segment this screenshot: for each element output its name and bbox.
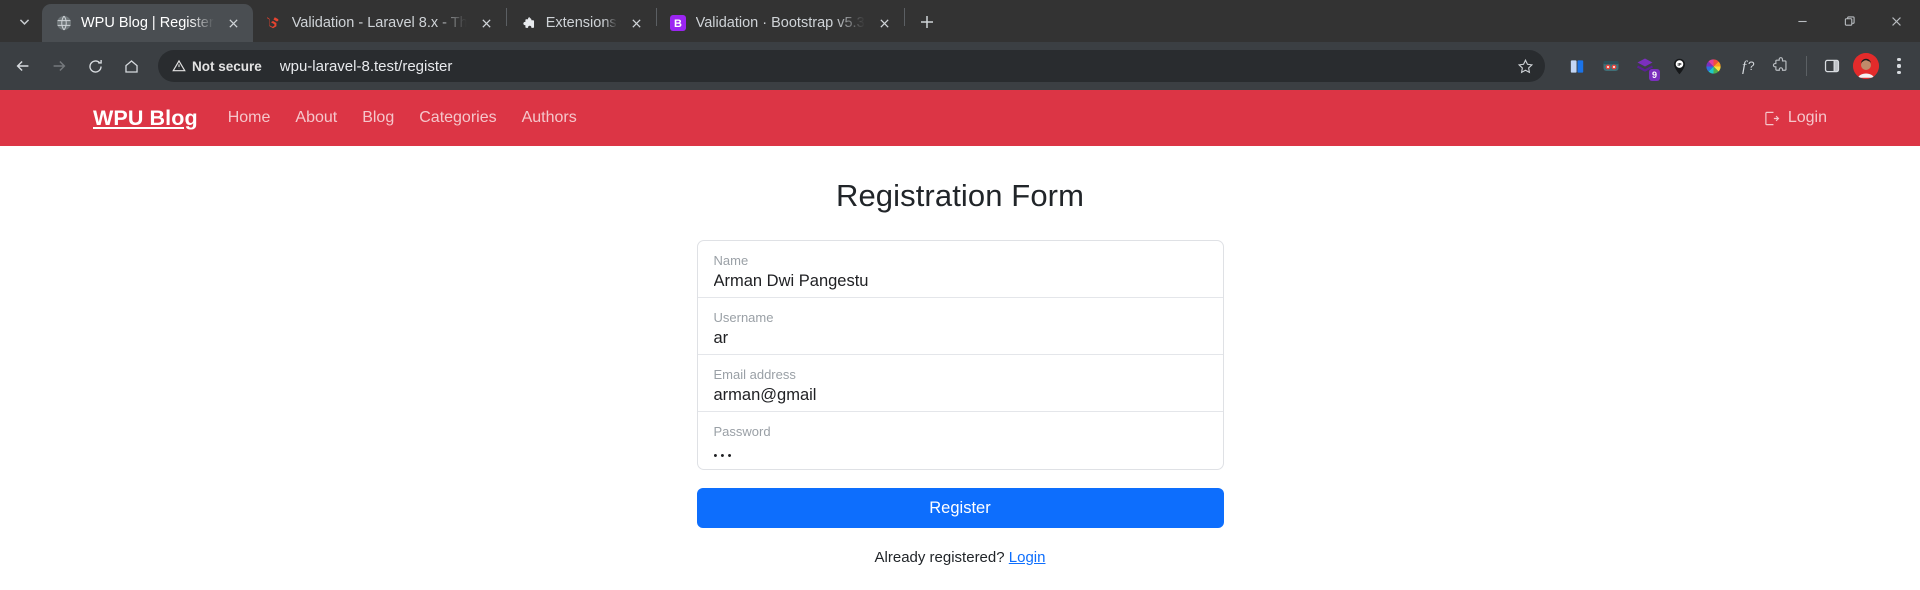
name-input[interactable]: [714, 271, 1207, 291]
navbar-login-label: Login: [1788, 109, 1827, 127]
laravel-icon: [266, 15, 283, 32]
security-status-badge[interactable]: Not secure: [164, 54, 272, 78]
field-label-email: Email address: [714, 367, 1207, 382]
nav-item-authors[interactable]: Authors: [522, 109, 577, 127]
browser-tab-extensions[interactable]: Extensions: [507, 4, 656, 42]
tab-title: WPU Blog | Register: [81, 15, 214, 31]
maximize-icon[interactable]: [1826, 0, 1873, 42]
browser-toolbar: Not secure wpu-laravel-8.test/register 9…: [0, 42, 1920, 90]
tab-title: Validation - Laravel 8.x - The PH: [292, 15, 467, 31]
site-brand[interactable]: WPU Blog: [93, 106, 198, 131]
nav-item-categories[interactable]: Categories: [419, 109, 496, 127]
email-input[interactable]: [714, 385, 1207, 405]
tab-title: Extensions: [546, 15, 617, 31]
nav-item-about[interactable]: About: [295, 109, 337, 127]
svg-text:IP: IP: [1677, 61, 1681, 66]
side-panel-icon[interactable]: [1816, 50, 1848, 82]
nav-item-blog[interactable]: Blog: [362, 109, 394, 127]
site-nav-links: Home About Blog Categories Authors: [228, 109, 577, 127]
forward-arrow-icon[interactable]: [42, 49, 76, 83]
reload-icon[interactable]: [78, 49, 112, 83]
avatar[interactable]: [1850, 50, 1882, 82]
tab-title: Validation · Bootstrap v5.3: [696, 15, 865, 31]
globe-icon: [55, 15, 72, 32]
page-viewport: WPU Blog Home About Blog Categories Auth…: [0, 90, 1920, 590]
already-registered-label: Already registered?: [875, 549, 1005, 566]
site-navbar: WPU Blog Home About Blog Categories Auth…: [0, 90, 1920, 146]
browser-tab-validation-laravel[interactable]: Validation - Laravel 8.x - The PH: [253, 4, 506, 42]
tab-search-chevron-down-icon[interactable]: [6, 4, 42, 38]
registration-form: Name Username Email address Password Reg…: [697, 240, 1224, 566]
tab-list: WPU Blog | Register Validation - Laravel…: [42, 0, 943, 42]
extension-badge-count: 9: [1649, 69, 1660, 81]
navbar-right: Login: [1763, 109, 1827, 127]
register-button[interactable]: Register: [697, 488, 1224, 528]
field-password[interactable]: Password: [698, 412, 1223, 469]
tab-close-icon[interactable]: [223, 12, 245, 34]
tab-strip: WPU Blog | Register Validation - Laravel…: [0, 0, 1920, 42]
robot-face-icon[interactable]: [1595, 50, 1627, 82]
tab-close-icon[interactable]: [476, 12, 498, 34]
field-label-password: Password: [714, 424, 1207, 439]
address-bar[interactable]: Not secure wpu-laravel-8.test/register: [158, 50, 1545, 82]
username-input[interactable]: [714, 328, 1207, 348]
back-arrow-icon[interactable]: [6, 49, 40, 83]
svg-text:?: ?: [1748, 59, 1755, 73]
footer-login-link[interactable]: Login: [1009, 549, 1046, 566]
field-email[interactable]: Email address: [698, 355, 1223, 412]
close-icon[interactable]: [1873, 0, 1920, 42]
three-dots-menu-icon[interactable]: [1884, 51, 1914, 81]
reading-list-icon[interactable]: [1561, 50, 1593, 82]
nav-item-home[interactable]: Home: [228, 109, 271, 127]
password-input[interactable]: [714, 442, 1207, 466]
field-username[interactable]: Username: [698, 298, 1223, 355]
new-tab-button[interactable]: [911, 6, 943, 38]
url-input[interactable]: wpu-laravel-8.test/register: [280, 58, 1511, 75]
font-inspector-icon[interactable]: f?: [1731, 50, 1763, 82]
color-wheel-icon[interactable]: [1697, 50, 1729, 82]
home-icon[interactable]: [114, 49, 148, 83]
page-title: Registration Form: [0, 178, 1920, 214]
toolbar-divider: [1806, 56, 1807, 76]
extension-toolbar: 9 IP: [1555, 50, 1914, 82]
ip-pin-icon[interactable]: IP: [1663, 50, 1695, 82]
navbar-login-link[interactable]: Login: [1763, 109, 1827, 127]
layers-icon[interactable]: 9: [1629, 50, 1661, 82]
warning-triangle-icon: [172, 59, 186, 73]
svg-text:B: B: [674, 18, 682, 30]
tab-divider: [904, 8, 905, 26]
browser-window: WPU Blog | Register Validation - Laravel…: [0, 0, 1920, 590]
star-icon[interactable]: [1511, 52, 1539, 80]
already-registered-text: Already registered? Login: [697, 549, 1224, 566]
form-field-group: Name Username Email address Password: [697, 240, 1224, 470]
tab-close-icon[interactable]: [874, 12, 896, 34]
extensions-puzzle-icon[interactable]: [1765, 50, 1797, 82]
bootstrap-icon: B: [670, 15, 687, 32]
field-name[interactable]: Name: [698, 241, 1223, 298]
window-controls: [1779, 0, 1920, 42]
puzzle-piece-icon: [520, 15, 537, 32]
sign-in-icon: [1763, 110, 1780, 127]
field-label-username: Username: [714, 310, 1207, 325]
browser-tab-validation-bootstrap[interactable]: B Validation · Bootstrap v5.3: [657, 4, 904, 42]
tab-close-icon[interactable]: [626, 12, 648, 34]
field-label-name: Name: [714, 253, 1207, 268]
security-status-text: Not secure: [192, 59, 262, 74]
minimize-icon[interactable]: [1779, 0, 1826, 42]
browser-tab-wpu-blog-register[interactable]: WPU Blog | Register: [42, 4, 253, 42]
